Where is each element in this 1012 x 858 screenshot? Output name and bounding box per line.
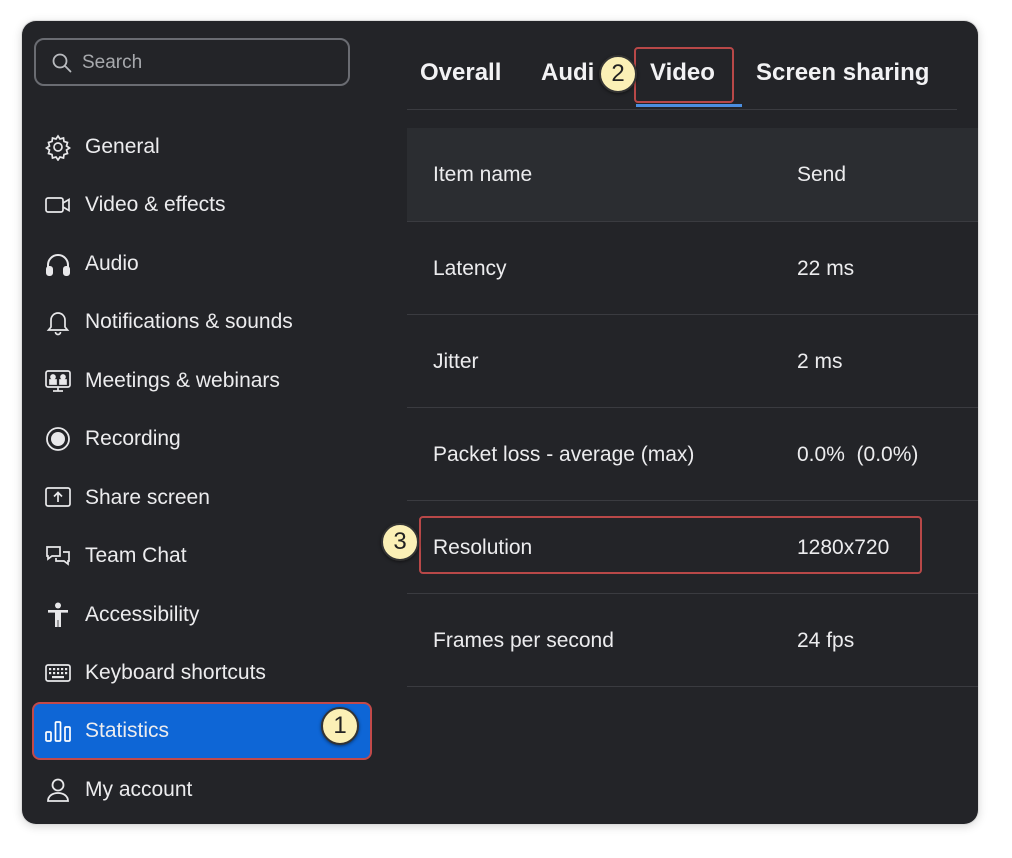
accessibility-icon xyxy=(44,601,72,629)
table-header-row: Item name Send xyxy=(407,128,978,222)
tab-audio[interactable]: Audi xyxy=(541,59,594,87)
row-label: Jitter xyxy=(433,350,479,373)
row-label: Frames per second xyxy=(433,629,614,652)
sidebar-item-recording[interactable]: Recording xyxy=(34,412,370,466)
bell-icon xyxy=(44,308,72,336)
chat-bubbles-icon xyxy=(44,542,72,570)
sidebar-item-team-chat[interactable]: Team Chat xyxy=(34,529,370,583)
sidebar-item-audio[interactable]: Audio xyxy=(34,237,370,291)
column-header-item-name: Item name xyxy=(433,163,533,186)
table-row: Latency 22 ms xyxy=(407,222,978,315)
tab-overall[interactable]: Overall xyxy=(420,59,501,87)
keyboard-icon xyxy=(44,659,72,687)
sidebar-item-notifications[interactable]: Notifications & sounds xyxy=(34,295,370,349)
settings-window: General Video & effects Audio Notificati… xyxy=(22,21,978,824)
row-label: Packet loss - average (max) xyxy=(433,443,695,466)
sidebar-item-my-account[interactable]: My account xyxy=(34,763,370,817)
callout-badge-1: 1 xyxy=(321,707,359,745)
column-header-send: Send xyxy=(797,163,847,186)
table-row: Frames per second 24 fps xyxy=(407,594,978,687)
bar-chart-icon xyxy=(44,717,72,745)
sidebar-item-accessibility[interactable]: Accessibility xyxy=(34,588,370,642)
table-row: Packet loss - average (max) 0.0% (0.0%) xyxy=(407,408,978,501)
row-label: Latency xyxy=(433,257,507,280)
share-screen-icon xyxy=(44,484,72,512)
search-input[interactable] xyxy=(80,48,334,78)
tab-screen-sharing[interactable]: Screen sharing xyxy=(756,59,929,87)
table-row: Jitter 2 ms xyxy=(407,315,978,408)
row-value: 0.0% (0.0%) xyxy=(797,443,919,466)
sidebar-item-meetings[interactable]: Meetings & webinars xyxy=(34,354,370,408)
headphones-icon xyxy=(44,250,72,278)
row-value: 24 fps xyxy=(797,629,855,652)
callout-badge-3: 3 xyxy=(381,523,419,561)
gear-icon xyxy=(44,133,72,161)
statistics-table: Item name Send Latency 22 ms Jitter 2 ms… xyxy=(407,128,978,687)
highlight-box-resolution xyxy=(419,516,922,574)
user-icon xyxy=(44,776,72,804)
row-value: 22 ms xyxy=(797,257,855,280)
search-icon xyxy=(52,53,72,73)
sidebar-item-video-effects[interactable]: Video & effects xyxy=(34,178,370,232)
sidebar-item-keyboard-shortcuts[interactable]: Keyboard shortcuts xyxy=(34,646,370,700)
sidebar-item-statistics[interactable]: Statistics xyxy=(34,704,370,758)
search-box[interactable] xyxy=(34,38,350,86)
callout-badge-2: 2 xyxy=(599,55,637,93)
highlight-box-video-tab xyxy=(634,47,734,103)
row-value: 2 ms xyxy=(797,350,843,373)
video-camera-icon xyxy=(44,191,72,219)
sidebar-item-general[interactable]: General xyxy=(34,120,370,174)
active-tab-indicator xyxy=(636,104,742,107)
record-icon xyxy=(44,425,72,453)
monitor-people-icon xyxy=(44,367,72,395)
sidebar-item-share-screen[interactable]: Share screen xyxy=(34,471,370,525)
